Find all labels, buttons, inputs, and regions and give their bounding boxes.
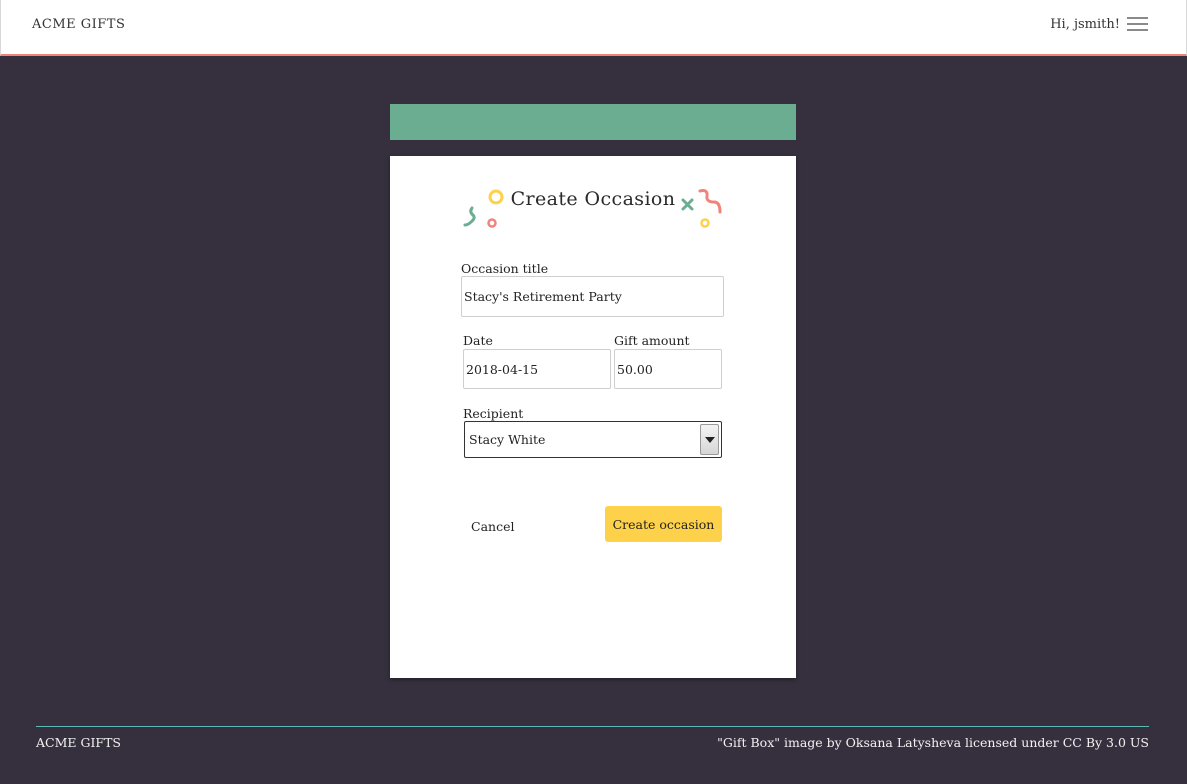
occasion-title-input[interactable] — [461, 276, 724, 317]
gift-amount-input[interactable] — [614, 349, 722, 389]
gift-amount-label: Gift amount — [614, 333, 690, 348]
hamburger-menu-icon[interactable] — [1127, 17, 1148, 33]
create-occasion-button[interactable]: Create occasion — [605, 506, 722, 542]
recipient-label: Recipient — [463, 406, 524, 421]
dropdown-arrow-icon[interactable] — [700, 424, 719, 455]
brand-logo-text[interactable]: ACME GIFTS — [32, 17, 125, 32]
recipient-select[interactable]: Stacy White — [464, 421, 722, 458]
footer-divider — [36, 726, 1149, 727]
footer-image-credit: "Gift Box" image by Oksana Latysheva lic… — [717, 735, 1149, 750]
recipient-selected-value: Stacy White — [469, 432, 546, 447]
date-label: Date — [463, 333, 493, 348]
cancel-button[interactable]: Cancel — [464, 511, 516, 541]
occasion-title-label: Occasion title — [461, 261, 549, 276]
footer-brand: ACME GIFTS — [36, 735, 121, 750]
date-input[interactable] — [463, 349, 611, 389]
form-title: Create Occasion — [510, 188, 676, 210]
create-occasion-card: Create Occasion Occasion title Date Gift… — [390, 156, 796, 678]
top-navbar: ACME GIFTS Hi, jsmith! — [0, 0, 1187, 56]
confetti-right-icon — [681, 189, 722, 228]
card-banner — [390, 104, 796, 140]
user-greeting: Hi, jsmith! — [1050, 17, 1120, 32]
